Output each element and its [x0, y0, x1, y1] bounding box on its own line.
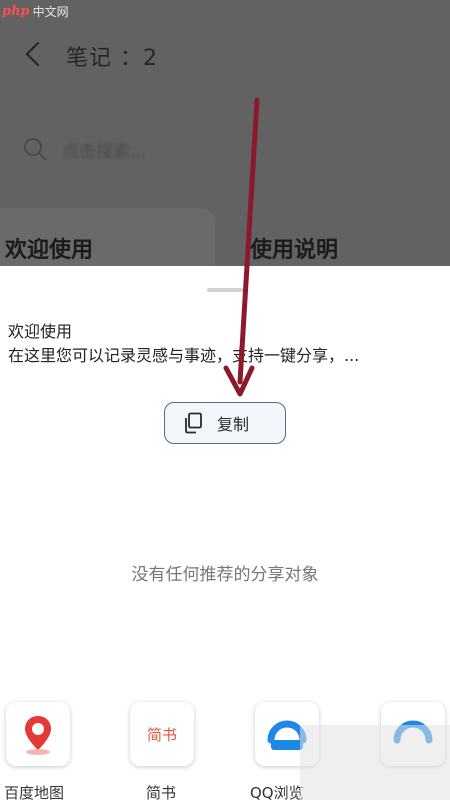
- app-label: 百度地图: [4, 784, 65, 800]
- watermark-brand: php: [2, 3, 30, 19]
- drag-handle[interactable]: [207, 288, 243, 292]
- back-arrow-icon[interactable]: [22, 40, 44, 68]
- app-label: 简书: [146, 784, 177, 800]
- share-preview-title: 欢迎使用: [8, 322, 73, 341]
- search-input[interactable]: 点击搜索...: [62, 137, 146, 162]
- search-icon: [24, 138, 46, 160]
- watermark: php 中文网: [2, 2, 69, 20]
- app-tile-baidu-map[interactable]: [6, 702, 70, 766]
- note-card-title[interactable]: 欢迎使用: [5, 232, 93, 264]
- search-bar[interactable]: 点击搜索...: [22, 132, 146, 166]
- copy-icon: [185, 412, 202, 434]
- empty-share-targets-text: 没有任何推荐的分享对象: [131, 565, 319, 585]
- top-bar: 笔记 ：2: [0, 30, 450, 78]
- copy-label: 复制: [217, 415, 250, 434]
- blur-overlay: [300, 725, 450, 800]
- app-label: QQ浏览: [250, 784, 304, 800]
- share-preview-body: 在这里您可以记录灵感与事迹，支持一键分享，...: [8, 346, 360, 365]
- note-card-title[interactable]: 使用说明: [250, 232, 338, 264]
- baidu-map-icon: [25, 716, 51, 755]
- watermark-site: 中文网: [32, 4, 69, 19]
- page-title: 笔记 ：2: [66, 46, 158, 71]
- copy-button[interactable]: 复制: [164, 402, 286, 444]
- app-tile-jianshu[interactable]: 简书: [130, 702, 194, 766]
- jianshu-icon: 简书: [146, 726, 177, 744]
